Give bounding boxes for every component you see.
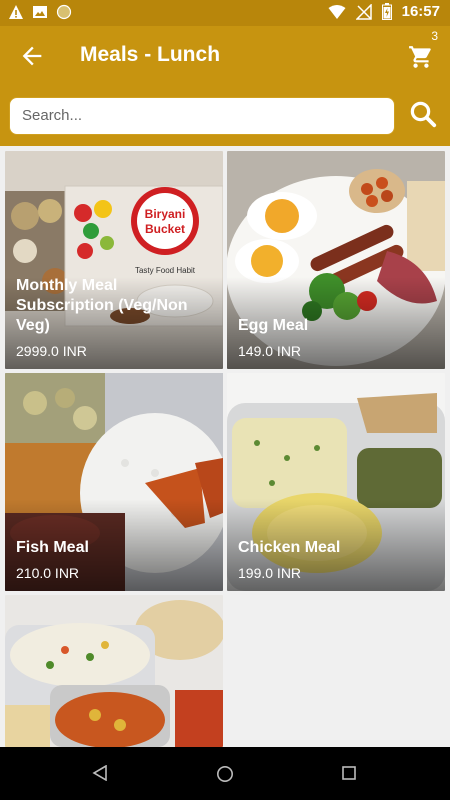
search-input[interactable]: Search... (9, 97, 395, 135)
meal-image (5, 595, 223, 747)
back-nav-icon[interactable] (92, 765, 108, 781)
meal-card-partial[interactable] (5, 595, 223, 747)
meal-name: Egg Meal (238, 317, 309, 334)
meal-card-chicken-meal[interactable]: Chicken Meal 199.0 INR (227, 373, 445, 591)
cart-count-badge: 3 (431, 29, 438, 43)
meal-price: 199.0 INR (238, 565, 302, 581)
search-icon[interactable] (408, 99, 438, 129)
logo-text: Bucket (145, 222, 185, 236)
home-nav-icon[interactable] (216, 765, 234, 783)
meal-name: Monthly Meal Subscription (Veg/Non Veg) (16, 277, 188, 334)
no-signal-icon (355, 3, 372, 20)
image-icon (33, 6, 47, 18)
meal-card-egg-meal[interactable]: Egg Meal 149.0 INR (227, 151, 445, 369)
recents-nav-icon[interactable] (341, 765, 357, 781)
meal-card-monthly-subscription[interactable]: Biryani Bucket Tasty Food Habit Monthly … (5, 151, 223, 369)
meal-price: 210.0 INR (16, 565, 80, 581)
cart-icon[interactable] (408, 44, 434, 70)
wifi-icon (328, 4, 346, 19)
system-nav-bar (0, 747, 450, 800)
meal-name: Chicken Meal (238, 539, 341, 556)
meal-price: 2999.0 INR (16, 343, 87, 359)
meal-card-fish-meal[interactable]: Fish Meal 210.0 INR (5, 373, 223, 591)
meal-price: 149.0 INR (238, 343, 302, 359)
battery-icon (381, 3, 392, 20)
alert-icon (9, 5, 23, 19)
circle-icon (56, 4, 72, 20)
search-area: Search... (0, 88, 450, 146)
logo-tagline: Tasty Food Habit (135, 266, 196, 275)
logo-text: Biryani (145, 207, 186, 221)
app-bar: Meals - Lunch 3 (0, 26, 450, 88)
status-time: 16:57 (401, 3, 440, 20)
meal-name: Fish Meal (16, 539, 89, 556)
status-bar: 16:57 (0, 0, 450, 26)
back-arrow-icon[interactable] (18, 42, 46, 70)
page-title: Meals - Lunch (80, 43, 221, 66)
